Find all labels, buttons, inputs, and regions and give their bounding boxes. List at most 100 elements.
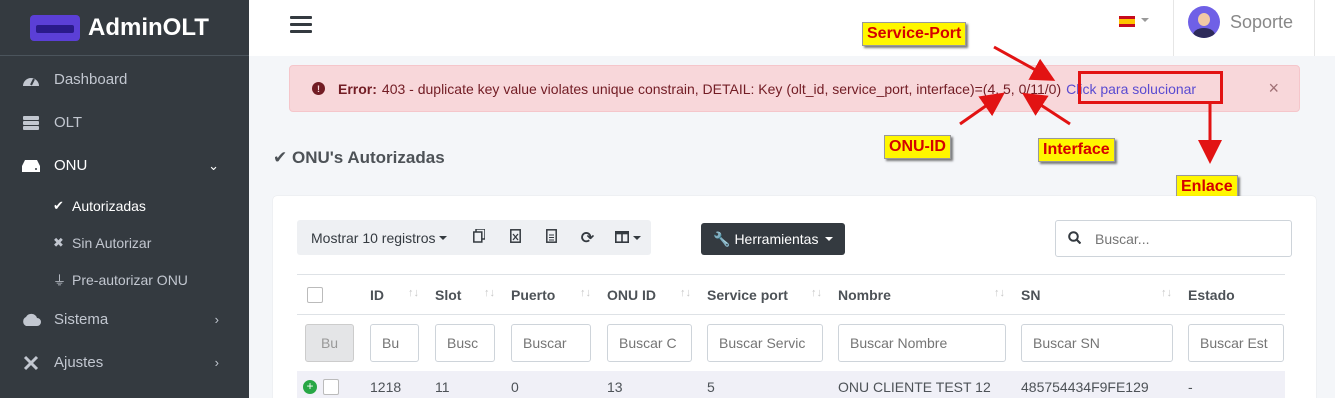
sort-icon: ↑↓ [484,287,495,299]
brand-logo-icon [30,14,80,41]
sidebar-subitem-pre-autorizar[interactable]: ⏚ Pre-autorizar ONU [0,261,249,298]
callout-interface: Interface [1038,138,1115,162]
filter-service-port-input[interactable] [707,323,823,362]
alert-message: 403 - duplicate key value violates uniqu… [381,80,1062,97]
sort-icon: ↑↓ [580,287,591,299]
brand-name: AdminOLT [88,13,209,41]
select-all-header [297,274,364,315]
caret-down-icon [633,235,642,240]
hdd-icon [20,158,42,174]
filter-nombre-input[interactable] [838,323,1006,362]
filter-estado-input[interactable] [1188,323,1284,362]
search-input[interactable] [1095,230,1265,247]
callout-onu-id: ONU-ID [884,135,951,159]
tools-dropdown-button[interactable]: 🔧 Herramientas [701,223,846,255]
sidebar-item-onu[interactable]: ONU ⌄ [0,144,249,187]
sidebar-item-label: Ajustes [54,354,104,371]
filter-button[interactable]: Bu [305,323,354,362]
columns-button[interactable] [605,220,651,255]
filter-slot-input[interactable] [435,323,495,362]
cell-slot: 11 [429,370,505,398]
alert-label: Error: [338,80,377,97]
sidebar-subitem-autorizadas[interactable]: ✔ Autorizadas [0,187,249,224]
spanish-flag-icon[interactable] [1119,16,1135,27]
column-header-sn[interactable]: SN ↑↓ [1015,274,1182,315]
copy-button[interactable] [461,220,497,255]
sidebar-item-ajustes[interactable]: Ajustes › [0,341,249,384]
sidebar: AdminOLT Dashboard OLT ONU ⌄ ✔ Autorizad… [0,0,249,398]
user-name[interactable]: Soporte [1230,12,1293,33]
sidebar-subitem-label: Autorizadas [72,197,146,214]
column-header-service-port[interactable]: Service port ↑↓ [701,274,832,315]
cloud-icon [20,312,42,328]
column-header-estado[interactable]: Estado [1182,274,1285,315]
sidebar-item-dashboard[interactable]: Dashboard [0,58,249,101]
columns-icon [615,230,630,246]
filter-puerto-input[interactable] [511,323,591,362]
close-icon[interactable]: × [1268,78,1279,99]
onu-table-card: Mostrar 10 registros ⟳ 🔧 Herramientas Bu… [273,196,1316,398]
sort-icon: ↑↓ [408,287,419,299]
filter-row: Bu [297,315,1285,371]
filter-onu-id-input[interactable] [607,323,692,362]
refresh-button[interactable]: ⟳ [569,220,605,255]
cell-estado: - [1182,370,1285,398]
tachometer-icon [20,72,42,88]
sidebar-item-label: Dashboard [54,71,128,88]
times-icon: ✖ [53,234,64,250]
row-checkbox[interactable] [323,379,339,396]
link-highlight-box [1078,71,1223,104]
filter-sn-input[interactable] [1021,323,1173,362]
callout-service-port: Service-Port [862,22,967,46]
chevron-down-icon: ⌄ [208,157,219,173]
caret-down-icon [439,235,448,240]
table-row[interactable]: + 1218 11 0 13 5 ONU CLIENTE TEST 12 485… [297,370,1285,398]
file-text-icon [546,229,557,246]
show-records-dropdown[interactable]: Mostrar 10 registros [297,220,461,255]
refresh-icon: ⟳ [580,229,595,247]
column-header-nombre[interactable]: Nombre ↑↓ [832,274,1015,315]
sort-icon: ↑↓ [811,287,822,299]
top-navbar: Soporte [249,0,1335,56]
filter-id-input[interactable] [370,323,419,362]
column-header-id[interactable]: ID ↑↓ [364,274,429,315]
plug-icon: ⏚ [53,273,67,288]
brand[interactable]: AdminOLT [0,0,249,56]
cell-onu-id: 13 [601,370,701,398]
sidebar-item-olt[interactable]: OLT [0,101,249,144]
check-icon: ✔ [53,197,64,213]
file-excel-icon [510,229,521,246]
chevron-right-icon: › [214,355,219,370]
sidebar-item-label: ONU [54,157,88,174]
expand-row-icon[interactable]: + [303,380,317,395]
copy-icon [473,228,487,246]
sidebar-subitem-label: Sin Autorizar [72,234,152,251]
cell-id: 1218 [364,370,429,398]
caret-down-icon[interactable] [1141,18,1149,22]
sidebar-item-label: OLT [54,114,83,131]
avatar[interactable] [1188,6,1220,38]
server-icon [20,115,42,131]
excel-export-button[interactable] [497,220,533,255]
exclamation-circle-icon: ! [312,82,325,95]
hamburger-menu-icon[interactable] [290,14,314,34]
select-all-checkbox[interactable] [307,287,323,304]
sidebar-item-label: Sistema [54,311,109,328]
sidebar-item-sistema[interactable]: Sistema › [0,298,249,341]
caret-down-icon [825,237,834,241]
cell-nombre: ONU CLIENTE TEST 12 [832,370,1015,398]
column-header-onu-id[interactable]: ONU ID ↑↓ [601,274,701,315]
sidebar-subitem-label: Pre-autorizar ONU [72,271,188,288]
page-title: ✔ ONU's Autorizadas [273,148,445,167]
column-header-puerto[interactable]: Puerto ↑↓ [505,274,601,315]
sort-icon: ↑↓ [1161,287,1172,299]
sidebar-subitem-sin-autorizar[interactable]: ✖ Sin Autorizar [0,224,249,261]
cell-service-port: 5 [701,370,832,398]
column-header-slot[interactable]: Slot ↑↓ [429,274,505,315]
tools-icon [20,355,42,371]
search-icon [1068,230,1082,247]
chevron-right-icon: › [214,312,219,327]
csv-export-button[interactable] [533,220,569,255]
onu-table: ID ↑↓ Slot ↑↓ Puerto ↑↓ ONU ID ↑↓ Service po… [297,274,1285,398]
wrench-icon: 🔧 [713,230,731,247]
